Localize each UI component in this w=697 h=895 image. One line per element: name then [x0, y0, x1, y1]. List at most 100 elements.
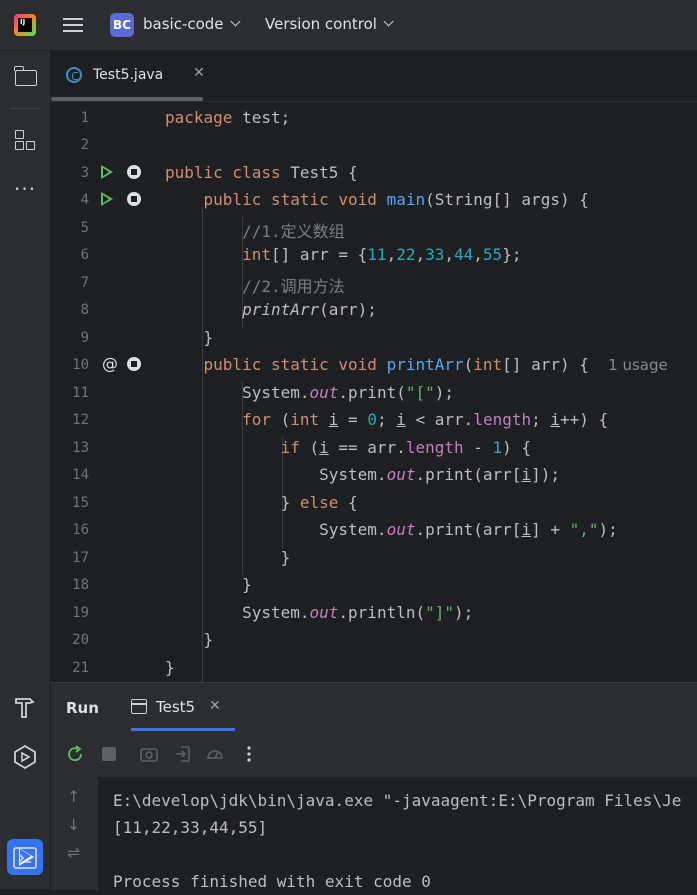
keyword: int [242, 245, 271, 264]
code-text: [] arr) { [502, 355, 589, 374]
number: 55 [482, 245, 503, 264]
tab-label: Test5.java [93, 67, 164, 83]
keyword: for [242, 410, 271, 429]
line-number: 16 [72, 522, 89, 538]
usage-hint[interactable]: 1 usage [608, 356, 668, 374]
number: 44 [454, 245, 474, 264]
project-name: basic-code [143, 15, 224, 33]
line-number: 10 [72, 357, 89, 373]
run-gutter-icon[interactable] [101, 165, 113, 179]
code-text: < arr. [405, 410, 474, 429]
line-number: 21 [72, 660, 89, 676]
code-text: ); [598, 520, 618, 539]
close-icon[interactable]: ✕ [193, 65, 205, 81]
run-panel-title: Run [66, 699, 99, 717]
project-selector[interactable]: basic-code [143, 15, 240, 33]
run-gutter-icon[interactable] [101, 192, 113, 206]
code-line: 15 } else { [51, 489, 697, 516]
field: length [473, 410, 532, 429]
project-badge[interactable]: BC [110, 13, 134, 37]
stop-gutter-icon[interactable] [127, 357, 141, 371]
run-tab-label: Test5 [156, 698, 196, 716]
line-number: 14 [72, 467, 89, 483]
number: 33 [425, 245, 445, 264]
method-name: printArr [386, 355, 464, 374]
variable: i [521, 465, 532, 484]
arrow-down-icon[interactable]: ↓ [67, 815, 80, 834]
line-number: 20 [72, 632, 89, 648]
code-text: ++) { [560, 410, 609, 429]
stop-icon[interactable] [99, 744, 119, 764]
comment: //2.调用方法 [242, 277, 345, 296]
arrow-up-icon[interactable]: ↑ [67, 787, 80, 806]
main-toolbar: IJ BC basic-code Version control [0, 0, 697, 51]
vcs-label: Version control [265, 15, 377, 33]
stop-gutter-icon[interactable] [127, 192, 141, 206]
keyword: public static void [203, 190, 377, 209]
rerun-icon[interactable] [65, 744, 85, 764]
services-icon[interactable] [12, 744, 38, 770]
code-editor[interactable]: 1 package test; 2 3 public class Test5 {… [51, 102, 697, 682]
code-line: 9 } [51, 324, 697, 351]
keyword: package [165, 108, 233, 127]
field: length [405, 438, 464, 457]
line-number: 19 [72, 605, 89, 621]
code-text: - [463, 438, 493, 457]
structure-icon[interactable] [12, 128, 38, 154]
comment: //1.定义数组 [242, 222, 345, 241]
number: 0 [367, 410, 377, 429]
stop-gutter-icon[interactable] [127, 165, 141, 179]
code-text: ); [454, 603, 474, 622]
field: out [309, 603, 339, 622]
close-icon[interactable]: ✕ [209, 698, 221, 714]
code-line: 11 System.out.print("["); [51, 379, 697, 406]
line-number: 8 [80, 302, 89, 318]
code-text: (arr); [319, 300, 377, 319]
implemented-at-icon[interactable]: @ [102, 354, 118, 373]
code-line: 4 public static void main(String[] args)… [51, 186, 697, 213]
field: out [386, 465, 416, 484]
string: "," [569, 520, 599, 539]
camera-icon[interactable] [139, 744, 159, 764]
number: 1 [492, 438, 503, 457]
code-line: 19 System.out.println("]"); [51, 599, 697, 626]
console-output[interactable]: E:\develop\jdk\bin\java.exe "-javaagent:… [113, 787, 681, 895]
java-class-icon [66, 67, 82, 83]
console-line: E:\develop\jdk\bin\java.exe "-javaagent:… [113, 791, 682, 810]
code-text: ( [270, 410, 291, 429]
keyword: public static void [203, 355, 377, 374]
hamburger-menu-icon[interactable] [63, 15, 83, 35]
code-line: 17 } [51, 544, 697, 571]
code-line: 14 System.out.print(arr[i]); [51, 461, 697, 488]
console-line: [11,22,33,44,55] [113, 818, 268, 837]
build-hammer-icon[interactable] [12, 694, 38, 720]
line-number: 18 [72, 577, 89, 593]
kebab-icon[interactable] [239, 744, 259, 764]
version-control-menu[interactable]: Version control [265, 15, 394, 33]
more-icon[interactable]: ··· [12, 176, 38, 202]
code-text: } [203, 328, 214, 347]
code-text: } [280, 493, 300, 512]
folder-icon[interactable] [12, 64, 38, 90]
jetbrains-logo-icon[interactable]: IJ [14, 14, 36, 36]
exit-icon[interactable] [173, 744, 193, 764]
soft-wrap-icon[interactable]: ⇌ [67, 843, 80, 862]
code-text: ] + [531, 520, 570, 539]
profiler-icon[interactable] [205, 744, 225, 764]
variable: i [550, 410, 561, 429]
terminal-icon[interactable] [12, 845, 38, 871]
variable: i [319, 438, 329, 457]
code-text: System. [242, 603, 310, 622]
line-number: 1 [80, 110, 89, 126]
method-call: printArr [242, 300, 320, 319]
line-number: 15 [72, 495, 89, 511]
console-line: Process finished with exit code 0 [113, 872, 431, 891]
line-number: 2 [80, 137, 89, 153]
code-text: test; [232, 108, 291, 127]
tab-scroll-indicator[interactable] [51, 97, 203, 101]
code-line: 10 @ public static void printArr(int[] a… [51, 351, 697, 378]
line-number: 6 [80, 247, 89, 263]
code-line: 20 } [51, 626, 697, 653]
keyword: if [280, 438, 300, 457]
code-text: ; [531, 410, 551, 429]
